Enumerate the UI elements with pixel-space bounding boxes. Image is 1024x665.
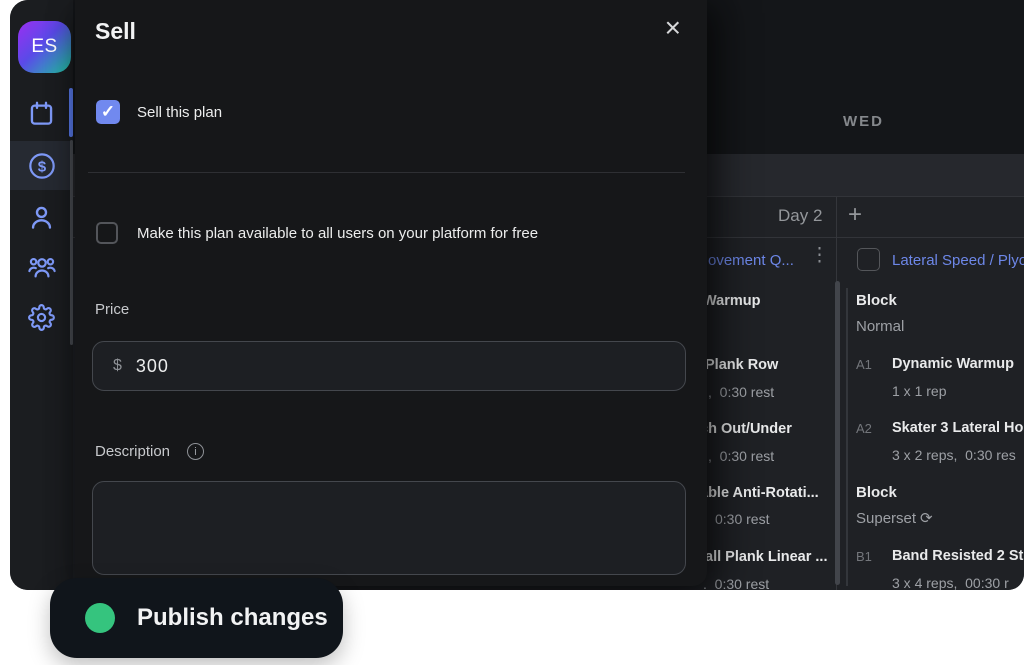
free-plan-label: Make this plan available to all users on… bbox=[137, 225, 538, 242]
exercise-detail: 0:30 rest bbox=[715, 511, 769, 527]
day2-column-header: Day 2 bbox=[778, 206, 822, 226]
people-icon bbox=[28, 253, 56, 281]
person-icon bbox=[28, 204, 55, 231]
column-scrollbar[interactable] bbox=[835, 281, 840, 585]
exercise-tag: A2 bbox=[856, 421, 872, 436]
gear-icon bbox=[28, 304, 55, 331]
price-value: 300 bbox=[136, 356, 169, 377]
info-icon: i bbox=[187, 443, 204, 460]
active-nav-indicator bbox=[69, 88, 73, 137]
calendar-icon bbox=[28, 100, 55, 127]
sell-modal: Sell × ✓ Sell this plan Make this plan a… bbox=[75, 0, 707, 586]
modal-title: Sell bbox=[95, 18, 136, 45]
close-icon[interactable]: × bbox=[665, 14, 681, 42]
block-title: Block bbox=[856, 292, 897, 309]
left-plan-link[interactable]: ovement Q... bbox=[708, 252, 794, 269]
exercise-tag: B1 bbox=[856, 549, 872, 564]
exercise-name: Plank Row bbox=[705, 357, 778, 373]
block-group-line bbox=[846, 288, 848, 586]
exercise-name: all Plank Linear ... bbox=[705, 549, 828, 565]
sidebar-scrollbar-thumb[interactable] bbox=[70, 140, 73, 345]
check-icon: ✓ bbox=[101, 102, 115, 122]
sidebar-item-calendar[interactable] bbox=[10, 96, 73, 130]
price-label: Price bbox=[95, 301, 129, 318]
block-subtitle: Superset bbox=[856, 510, 916, 527]
sidebar-item-clients[interactable] bbox=[10, 200, 73, 234]
exercise-detail: 3 x 2 reps, 0:30 res bbox=[892, 447, 1016, 463]
sidebar-item-team[interactable] bbox=[10, 250, 73, 284]
sidebar-item-settings[interactable] bbox=[10, 300, 73, 334]
free-plan-checkbox[interactable] bbox=[96, 222, 118, 244]
dollar-icon: $ bbox=[28, 152, 56, 180]
kebab-menu-icon[interactable]: ⋮ bbox=[810, 244, 829, 267]
description-textarea[interactable] bbox=[92, 481, 686, 575]
app-window: WED Day 2 + ovement Q... ⋮ Lateral Speed… bbox=[10, 0, 1024, 590]
svg-text:$: $ bbox=[37, 158, 46, 175]
add-column-button[interactable]: + bbox=[848, 201, 862, 229]
exercise-name: Dynamic Warmup bbox=[892, 356, 1014, 372]
exercise-detail: , 0:30 rest bbox=[708, 448, 774, 464]
block-subtitle: Normal bbox=[856, 318, 904, 335]
exercise-name: Skater 3 Lateral Hop bbox=[892, 420, 1024, 436]
avatar[interactable]: ES bbox=[18, 21, 71, 73]
wed-plan-checkbox[interactable] bbox=[857, 248, 880, 271]
exercise-name: Band Resisted 2 Step bbox=[892, 548, 1024, 564]
right-plan-link[interactable]: Lateral Speed / Plyo bbox=[892, 252, 1024, 269]
exercise-name: Warmup bbox=[703, 293, 760, 309]
price-input[interactable]: $ 300 bbox=[92, 341, 686, 391]
sidebar: ES $ bbox=[10, 0, 73, 590]
publish-changes-button[interactable]: Publish changes bbox=[50, 578, 343, 658]
exercise-detail: , 0:30 rest bbox=[708, 384, 774, 400]
publish-changes-label: Publish changes bbox=[137, 604, 328, 632]
day-of-week-label: WED bbox=[843, 113, 884, 130]
sell-this-plan-label: Sell this plan bbox=[137, 104, 222, 121]
block-title: Block bbox=[856, 484, 897, 501]
exercise-detail: . 0:30 rest bbox=[703, 576, 769, 590]
sell-this-plan-checkbox[interactable]: ✓ bbox=[96, 100, 120, 124]
exercise-name: able Anti-Rotati... bbox=[700, 485, 819, 501]
exercise-detail: 1 x 1 rep bbox=[892, 383, 946, 399]
superset-cycle-icon: ⟳ bbox=[920, 509, 933, 527]
status-dot-icon bbox=[85, 603, 115, 633]
currency-symbol: $ bbox=[113, 357, 122, 375]
exercise-name: ch Out/Under bbox=[700, 421, 792, 437]
exercise-tag: A1 bbox=[856, 357, 872, 372]
description-label: Description bbox=[95, 443, 170, 460]
sidebar-item-payments[interactable]: $ bbox=[10, 149, 73, 183]
divider bbox=[88, 172, 685, 173]
exercise-detail: 3 x 4 reps, 00:30 r bbox=[892, 575, 1009, 590]
